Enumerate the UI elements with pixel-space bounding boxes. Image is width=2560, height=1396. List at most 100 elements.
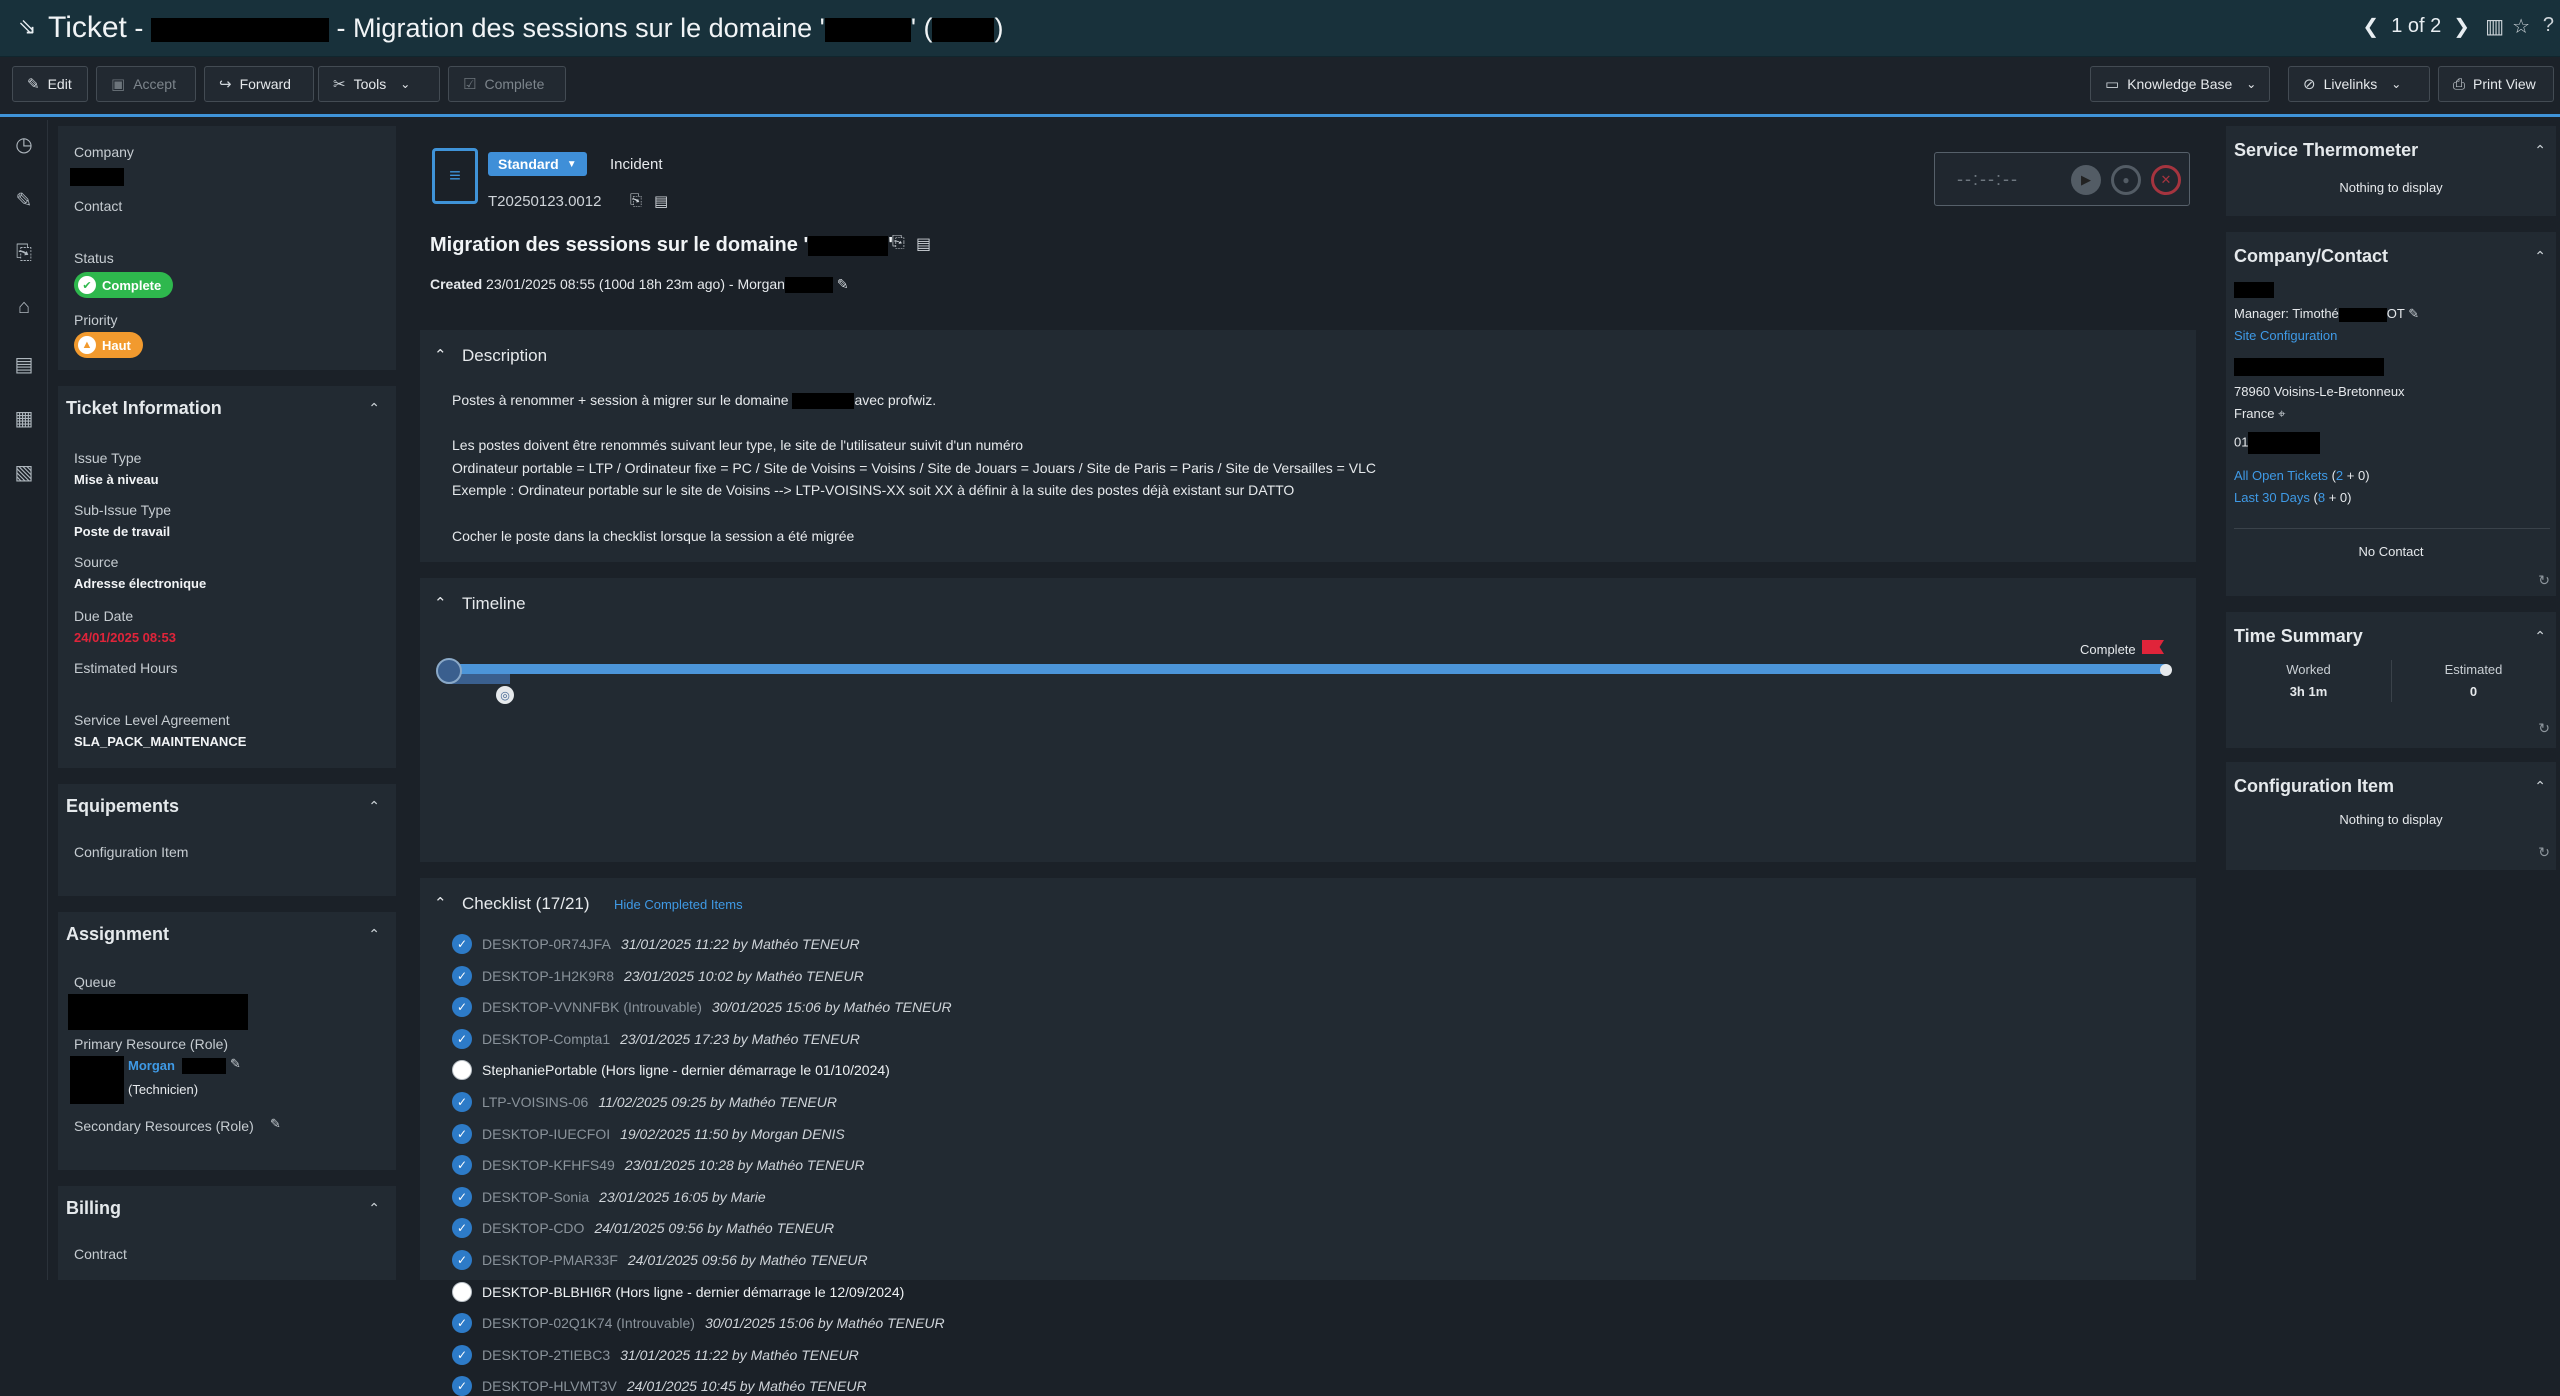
checked-icon[interactable]: ✓ bbox=[452, 1344, 472, 1365]
checked-icon[interactable]: ✓ bbox=[452, 1186, 472, 1207]
checked-icon[interactable]: ✓ bbox=[452, 965, 472, 986]
description-header[interactable]: Description bbox=[462, 346, 547, 366]
ticket-information-header[interactable]: Ticket Information bbox=[66, 398, 222, 419]
refresh-icon[interactable]: ↻ bbox=[2538, 720, 2550, 737]
last-30-days-link[interactable]: Last 30 Days bbox=[2234, 490, 2310, 505]
panel-icon[interactable]: ▥ bbox=[2485, 14, 2504, 39]
billing-header[interactable]: Billing bbox=[66, 1198, 121, 1219]
next-icon[interactable]: ❯ bbox=[2453, 14, 2470, 39]
prev-icon[interactable]: ❮ bbox=[2362, 14, 2379, 39]
checked-icon[interactable]: ✓ bbox=[452, 997, 472, 1018]
refresh-icon[interactable]: ↻ bbox=[2538, 572, 2550, 589]
checklist-item[interactable]: ✓ DESKTOP-VVNNFBK (Introuvable) 30/01/2025… bbox=[452, 997, 952, 1018]
checklist-item[interactable]: ✓ DESKTOP-CDO 24/01/2025 09:56 by Mathéo T… bbox=[452, 1218, 834, 1239]
time-summary-header[interactable]: Time Summary bbox=[2234, 626, 2363, 647]
livelinks-button[interactable]: ⊘ Livelinks ⌄ bbox=[2288, 66, 2430, 102]
forward-button[interactable]: ↪ Forward bbox=[204, 66, 314, 102]
edit-button[interactable]: ✎ Edit bbox=[12, 66, 88, 102]
timeline-header[interactable]: Timeline bbox=[462, 594, 526, 614]
checklist-item[interactable]: ✓ DESKTOP-Compta1 23/01/2025 17:23 by Math… bbox=[452, 1028, 860, 1049]
note-edit-icon[interactable]: ✎ bbox=[12, 188, 36, 213]
clipboard-heading-icon[interactable]: ▤ bbox=[916, 234, 931, 254]
checklist-item[interactable]: ✓ DESKTOP-02Q1K74 (Introuvable) 30/01/2025… bbox=[452, 1313, 945, 1334]
unchecked-icon[interactable] bbox=[452, 1060, 472, 1081]
star-icon[interactable]: ☆ bbox=[2512, 14, 2530, 39]
checklist-item[interactable]: ✓ DESKTOP-HLVMT3V 24/01/2025 10:45 by Math… bbox=[452, 1376, 867, 1396]
checklist-item[interactable]: ✓ DESKTOP-Sonia 23/01/2025 16:05 by Marie bbox=[452, 1186, 766, 1207]
tag-icon[interactable]: ⌂ bbox=[12, 296, 36, 319]
chevron-up-icon[interactable]: ⌃ bbox=[368, 1200, 380, 1217]
checklist-item[interactable]: ✓ DESKTOP-1H2K9R8 23/01/2025 10:02 by Math… bbox=[452, 965, 864, 986]
copy-heading-icon[interactable]: ⎘ bbox=[892, 234, 905, 252]
checklist-item[interactable]: StephaniePortable (Hors ligne - dernier … bbox=[452, 1060, 890, 1081]
checked-icon[interactable]: ✓ bbox=[452, 1218, 472, 1239]
knowledge-base-button[interactable]: ▭ Knowledge Base ⌄ bbox=[2090, 66, 2270, 102]
attachment-icon[interactable]: ⎘ bbox=[12, 242, 36, 265]
timeline-start-node[interactable] bbox=[436, 658, 462, 684]
site-configuration-link[interactable]: Site Configuration bbox=[2234, 328, 2337, 343]
checked-icon[interactable]: ✓ bbox=[452, 1155, 472, 1176]
wallet-icon[interactable]: ▤ bbox=[12, 352, 36, 377]
status-badge[interactable]: ✔ Complete bbox=[74, 272, 174, 298]
accept-button[interactable]: ▣ Accept bbox=[96, 66, 196, 102]
edit-created-icon[interactable]: ✎ bbox=[837, 276, 849, 292]
primary-resource-link[interactable]: Morgan bbox=[128, 1058, 175, 1073]
print-view-button[interactable]: ⎙ Print View bbox=[2438, 66, 2554, 102]
collapse-arrow-icon[interactable]: ⇘ bbox=[18, 14, 36, 40]
map-pin-icon[interactable]: ⌖ bbox=[2278, 406, 2285, 421]
checklist-item[interactable]: ✓ DESKTOP-KFHFS49 23/01/2025 10:28 by Math… bbox=[452, 1155, 864, 1176]
checklist-item-name: DESKTOP-PMAR33F bbox=[482, 1252, 618, 1268]
checked-icon[interactable]: ✓ bbox=[452, 1313, 472, 1334]
checked-icon[interactable]: ✓ bbox=[452, 1123, 472, 1144]
checked-icon[interactable]: ✓ bbox=[452, 1250, 472, 1270]
edit-secondary-icon[interactable]: ✎ bbox=[270, 1116, 281, 1132]
hide-completed-link[interactable]: Hide Completed Items bbox=[614, 897, 743, 912]
category-dropdown[interactable]: Standard ▼ bbox=[488, 152, 587, 176]
calendar-icon[interactable]: ▦ bbox=[12, 406, 36, 431]
chevron-up-icon[interactable]: ⌃ bbox=[434, 594, 447, 612]
target-icon[interactable]: ◎ bbox=[496, 686, 514, 704]
equipements-header[interactable]: Equipements bbox=[66, 796, 179, 817]
all-open-tickets-link[interactable]: All Open Tickets bbox=[2234, 468, 2328, 483]
edit-resource-icon[interactable]: ✎ bbox=[230, 1056, 241, 1072]
checklist-item[interactable]: DESKTOP-BLBHI6R (Hors ligne - dernier dé… bbox=[452, 1281, 904, 1302]
chevron-up-icon[interactable]: ⌃ bbox=[368, 400, 380, 417]
checklist-header[interactable]: Checklist (17/21) bbox=[462, 894, 590, 914]
chevron-up-icon[interactable]: ⌃ bbox=[2534, 628, 2546, 645]
checklist-item[interactable]: ✓ DESKTOP-0R74JFA 31/01/2025 11:22 by Math… bbox=[452, 934, 860, 954]
document-icon[interactable]: ▧ bbox=[12, 460, 36, 485]
chevron-up-icon[interactable]: ⌃ bbox=[2534, 248, 2546, 265]
chevron-up-icon[interactable]: ⌃ bbox=[434, 894, 447, 912]
chevron-up-icon[interactable]: ⌃ bbox=[368, 926, 380, 943]
stop-icon[interactable]: ● bbox=[2111, 165, 2141, 195]
checked-icon[interactable]: ✓ bbox=[452, 934, 472, 954]
assignment-header[interactable]: Assignment bbox=[66, 924, 169, 945]
play-icon[interactable]: ▶ bbox=[2071, 165, 2101, 195]
company-contact-header[interactable]: Company/Contact bbox=[2234, 246, 2388, 267]
chevron-up-icon[interactable]: ⌃ bbox=[2534, 142, 2546, 159]
chevron-up-icon[interactable]: ⌃ bbox=[368, 798, 380, 815]
unchecked-icon[interactable] bbox=[452, 1281, 472, 1302]
service-thermometer-header[interactable]: Service Thermometer bbox=[2234, 140, 2418, 161]
checked-icon[interactable]: ✓ bbox=[452, 1376, 472, 1396]
refresh-icon[interactable]: ↻ bbox=[2538, 844, 2550, 861]
edit-manager-icon[interactable]: ✎ bbox=[2408, 306, 2419, 321]
timeline-end-node[interactable] bbox=[2160, 664, 2172, 676]
clipboard-icon[interactable]: ▤ bbox=[654, 192, 668, 210]
priority-badge[interactable]: ▲ Haut bbox=[74, 332, 143, 358]
checklist-item[interactable]: ✓ DESKTOP-IUECFOI 19/02/2025 11:50 by Morg… bbox=[452, 1123, 845, 1144]
configuration-item-header[interactable]: Configuration Item bbox=[2234, 776, 2394, 797]
tools-button[interactable]: ✂ Tools ⌄ bbox=[318, 66, 440, 102]
clock-icon[interactable]: ◷ bbox=[12, 132, 36, 157]
checklist-item[interactable]: ✓ DESKTOP-2TIEBC3 31/01/2025 11:22 by Math… bbox=[452, 1344, 859, 1365]
checklist-item[interactable]: ✓ LTP-VOISINS-06 11/02/2025 09:25 by Mathé… bbox=[452, 1092, 837, 1112]
chevron-up-icon[interactable]: ⌃ bbox=[2534, 778, 2546, 795]
cancel-icon[interactable]: ✕ bbox=[2151, 165, 2181, 195]
complete-button[interactable]: ☑ Complete bbox=[448, 66, 566, 102]
checklist-item[interactable]: ✓ DESKTOP-PMAR33F 24/01/2025 09:56 by Math… bbox=[452, 1250, 868, 1270]
checked-icon[interactable]: ✓ bbox=[452, 1028, 472, 1049]
copy-number-icon[interactable]: ⎘ bbox=[630, 192, 642, 209]
help-icon[interactable]: ? bbox=[2543, 14, 2554, 37]
checked-icon[interactable]: ✓ bbox=[452, 1092, 472, 1112]
chevron-up-icon[interactable]: ⌃ bbox=[434, 346, 447, 364]
